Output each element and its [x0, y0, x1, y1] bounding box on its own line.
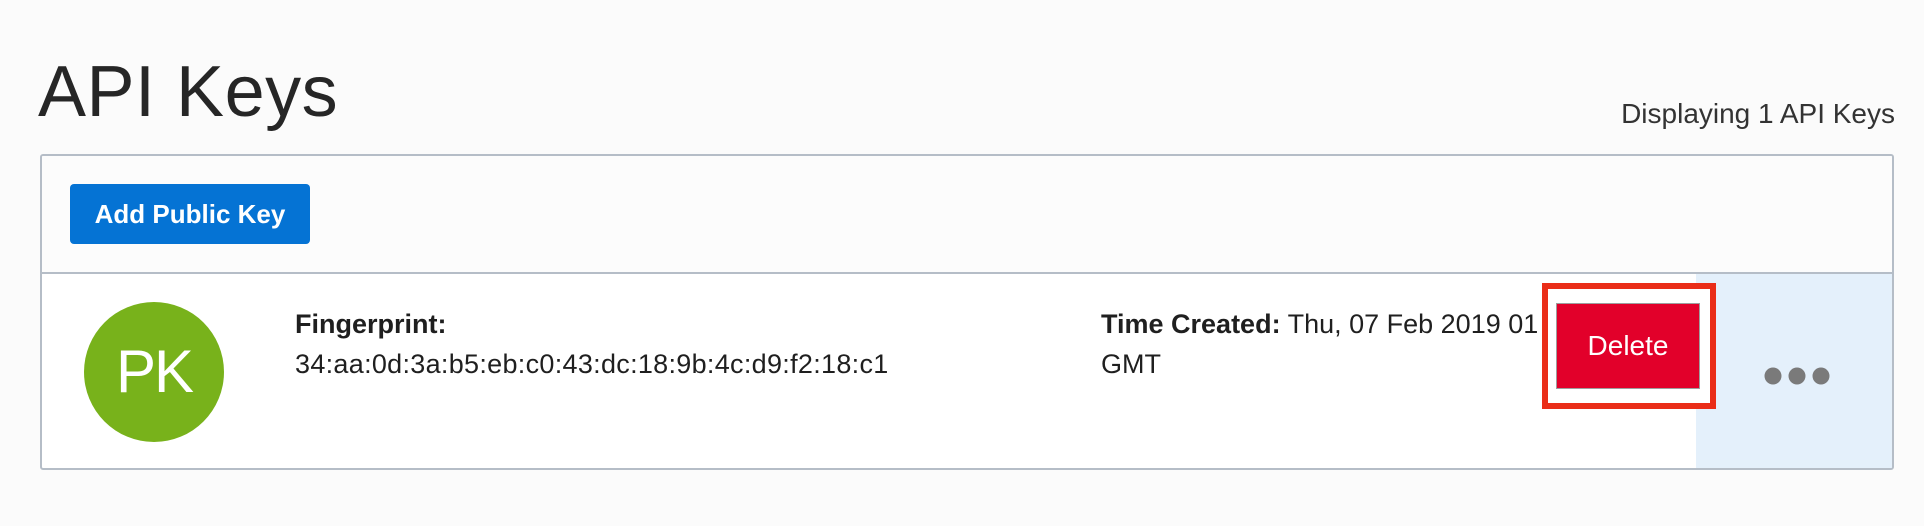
- avatar: PK: [84, 302, 224, 442]
- page-title: API Keys: [38, 52, 339, 132]
- time-created-value: Thu, 07 Feb 2019 01: [1287, 309, 1539, 339]
- delete-button[interactable]: Delete: [1556, 303, 1700, 389]
- row-actions-cell: [1696, 274, 1892, 468]
- time-created-info: Time Created: Thu, 07 Feb 2019 01 GMT: [1101, 304, 1571, 384]
- more-horizontal-icon[interactable]: [1764, 366, 1830, 386]
- api-keys-toolbar: Add Public Key: [42, 156, 1892, 274]
- time-created-label: Time Created:: [1101, 309, 1281, 339]
- add-public-key-button[interactable]: Add Public Key: [70, 184, 310, 244]
- api-key-count: Displaying 1 API Keys: [1621, 98, 1895, 129]
- fingerprint-value: 34:aa:0d:3a:b5:eb:c0:43:dc:18:9b:4c:d9:f…: [295, 349, 889, 379]
- time-created-timezone: GMT: [1101, 349, 1161, 379]
- fingerprint-info: Fingerprint: 34:aa:0d:3a:b5:eb:c0:43:dc:…: [295, 304, 995, 384]
- fingerprint-label: Fingerprint:: [295, 309, 447, 339]
- delete-action-highlight: Delete: [1542, 283, 1716, 409]
- api-keys-page: API Keys Displaying 1 API Keys Add Publi…: [0, 0, 1924, 526]
